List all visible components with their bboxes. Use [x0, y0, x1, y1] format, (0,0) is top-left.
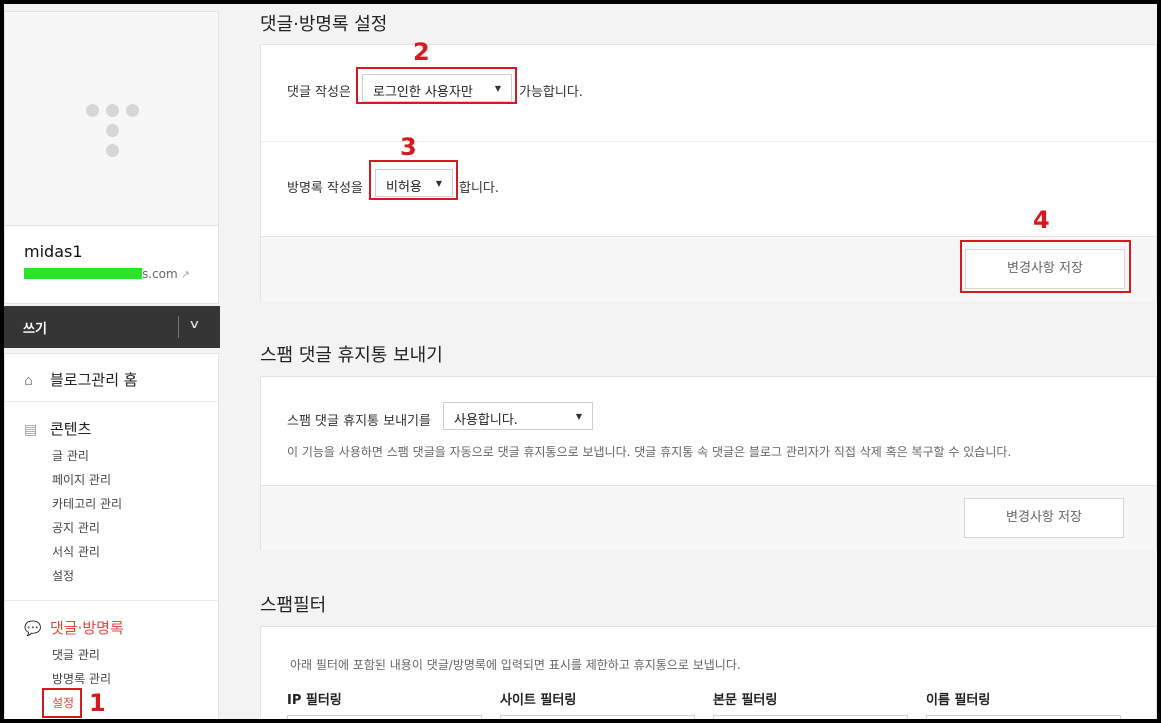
- spam-trash-select[interactable]: 사용합니다. ▼: [443, 402, 593, 430]
- comment-suffix-label: 가능합니다.: [519, 85, 583, 100]
- body-filter-label: 본문 필터링: [713, 693, 778, 708]
- guestbook-suffix-label: 합니다.: [459, 181, 500, 196]
- spam-trash-title: 스팸 댓글 휴지통 보내기: [260, 345, 443, 366]
- save-button[interactable]: 변경사항 저장: [964, 498, 1124, 538]
- document-icon: ▤: [24, 422, 38, 438]
- annotation-number-2: 2: [413, 38, 430, 66]
- external-link-icon: ↗: [180, 268, 190, 281]
- speech-bubble-icon: 💬: [24, 621, 42, 637]
- spam-trash-description: 이 기능을 사용하면 스팸 댓글을 자동으로 댓글 휴지통으로 보냅니다. 댓글…: [287, 445, 1012, 459]
- sidebar-item-label: 콘텐츠: [50, 420, 92, 438]
- panel-footer: 변경사항 저장: [261, 485, 1156, 550]
- tistory-logo-icon: [85, 104, 141, 160]
- sidebar-subitem-guestbook-manage[interactable]: 방명록 관리: [52, 670, 111, 687]
- sidebar-subitem-notices[interactable]: 공지 관리: [52, 519, 100, 536]
- divider: [261, 141, 1156, 142]
- sidebar: midas1 s.com ↗ 쓰기 ∨ ⌂ 블로그관리 홈 ▤ 콘텐츠 글 관리 페이…: [4, 4, 220, 719]
- name-filter-input[interactable]: [926, 715, 1121, 719]
- menu-divider: [5, 401, 218, 402]
- sidebar-subitem-posts[interactable]: 글 관리: [52, 447, 89, 464]
- sidebar-item-contents[interactable]: ▤ 콘텐츠: [24, 418, 91, 439]
- annotation-number-3: 3: [400, 133, 417, 161]
- blog-url-suffix: s.com: [142, 267, 178, 281]
- spam-trash-value: 사용합니다.: [454, 413, 518, 428]
- write-button[interactable]: 쓰기: [23, 318, 47, 337]
- sidebar-menu: ⌂ 블로그관리 홈 ▤ 콘텐츠 글 관리 페이지 관리 카테고리 관리 공지 관리 …: [4, 353, 219, 719]
- annotation-box-3: [369, 160, 458, 200]
- menu-divider: [5, 600, 218, 601]
- write-bar: 쓰기 ∨: [4, 306, 220, 348]
- annotation-box-1: [42, 688, 82, 718]
- sidebar-item-label: 블로그관리 홈: [50, 371, 138, 389]
- chevron-down-icon[interactable]: ∨: [188, 317, 200, 331]
- body-filter-input[interactable]: [713, 715, 908, 719]
- home-icon: ⌂: [24, 373, 33, 389]
- comment-settings-title: 댓글·방명록 설정: [260, 14, 388, 35]
- write-divider: [178, 316, 179, 338]
- blog-info: midas1 s.com ↗: [4, 226, 219, 304]
- blog-name: midas1: [24, 242, 83, 261]
- sidebar-subitem-templates[interactable]: 서식 관리: [52, 543, 100, 560]
- caret-down-icon: ▼: [575, 412, 582, 421]
- annotation-box-2: [356, 67, 517, 104]
- sidebar-item-home[interactable]: ⌂ 블로그관리 홈: [24, 369, 138, 390]
- blog-url-link[interactable]: s.com ↗: [24, 267, 190, 281]
- spam-trash-panel: 스팸 댓글 휴지통 보내기를 사용합니다. ▼ 이 기능을 사용하면 스팸 댓글…: [260, 376, 1157, 550]
- spam-filter-title: 스팸필터: [260, 595, 327, 616]
- name-filter-label: 이름 필터링: [926, 693, 991, 708]
- annotation-number-4: 4: [1033, 206, 1050, 234]
- comment-prefix-label: 댓글 작성은: [287, 85, 351, 100]
- site-filter-label: 사이트 필터링: [500, 693, 577, 708]
- sidebar-subitem-comment-manage[interactable]: 댓글 관리: [52, 646, 100, 663]
- sidebar-item-label: 댓글·방명록: [50, 619, 124, 637]
- ip-filter-input[interactable]: [287, 715, 482, 719]
- ip-filter-label: IP 필터링: [287, 693, 342, 708]
- spam-filter-panel: 아래 필터에 포함된 내용이 댓글/방명록에 입력되면 표시를 제한하고 휴지통…: [260, 626, 1157, 719]
- app-frame: midas1 s.com ↗ 쓰기 ∨ ⌂ 블로그관리 홈 ▤ 콘텐츠 글 관리 페이…: [4, 4, 1157, 719]
- sidebar-subitem-contents-settings[interactable]: 설정: [52, 567, 74, 584]
- url-redaction: [24, 268, 142, 279]
- annotation-box-4: [960, 240, 1131, 293]
- annotation-number-1: 1: [89, 689, 106, 717]
- sidebar-subitem-pages[interactable]: 페이지 관리: [52, 471, 111, 488]
- spam-trash-prefix-label: 스팸 댓글 휴지통 보내기를: [287, 414, 431, 429]
- sidebar-item-comments[interactable]: 💬 댓글·방명록: [24, 617, 124, 638]
- spam-filter-description: 아래 필터에 포함된 내용이 댓글/방명록에 입력되면 표시를 제한하고 휴지통…: [290, 658, 741, 672]
- sidebar-subitem-categories[interactable]: 카테고리 관리: [52, 495, 122, 512]
- guestbook-prefix-label: 방명록 작성을: [287, 181, 363, 196]
- site-filter-input[interactable]: [500, 715, 695, 719]
- blog-profile-image[interactable]: [4, 11, 219, 226]
